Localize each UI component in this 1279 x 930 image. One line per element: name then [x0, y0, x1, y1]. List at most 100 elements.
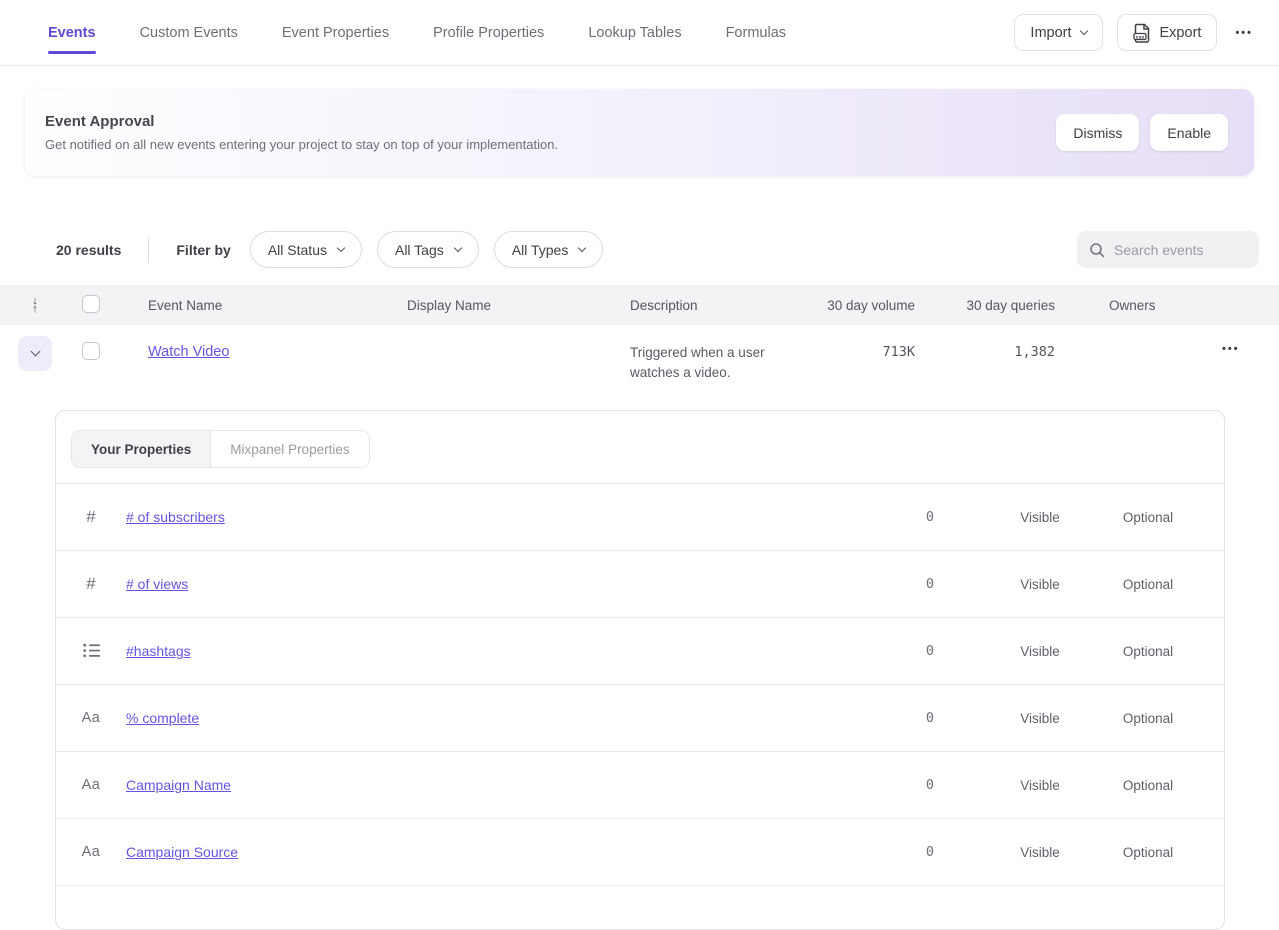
filter-dropdown-all-tags[interactable]: All Tags	[377, 231, 479, 268]
property-requirement: Optional	[1094, 778, 1202, 793]
search-box[interactable]	[1077, 231, 1259, 268]
nav-actions: Import csv Export •••	[1014, 14, 1257, 51]
filter-dropdowns: All Status All Tags All Types	[250, 231, 603, 268]
property-requirement: Optional	[1094, 577, 1202, 592]
text-type-icon: Aa	[56, 844, 126, 860]
property-volume: 0	[864, 643, 986, 659]
top-nav: Events Custom Events Event Properties Profi…	[0, 0, 1279, 66]
more-icon: •••	[1235, 27, 1253, 39]
import-button[interactable]: Import	[1014, 14, 1102, 51]
row-checkbox[interactable]	[82, 342, 100, 360]
property-volume: 0	[864, 509, 986, 525]
divider	[148, 237, 149, 263]
list-type-icon	[56, 642, 126, 660]
svg-text:csv: csv	[1135, 35, 1143, 40]
more-icon: •••	[1222, 343, 1240, 355]
tab-event-properties[interactable]: Event Properties	[282, 0, 389, 66]
search-input[interactable]	[1114, 242, 1249, 258]
tab-your-properties[interactable]: Your Properties	[72, 431, 211, 467]
event-description: Triggered when a user watches a video.	[630, 343, 792, 383]
header-display-name: Display Name	[407, 298, 630, 313]
select-all-checkbox[interactable]	[82, 295, 100, 313]
property-visibility: Visible	[986, 577, 1094, 592]
property-row: #hashtags 0VisibleOptional	[56, 618, 1224, 685]
export-button-label: Export	[1160, 25, 1202, 41]
search-icon	[1089, 242, 1105, 258]
property-volume: 0	[864, 710, 986, 726]
filter-by-label: Filter by	[176, 242, 230, 258]
event-approval-banner: Event Approval Get notified on all new e…	[25, 89, 1254, 176]
property-visibility: Visible	[986, 845, 1094, 860]
dismiss-button[interactable]: Dismiss	[1056, 114, 1139, 151]
header-queries: 30 day queries	[920, 298, 1060, 313]
property-requirement: Optional	[1094, 510, 1202, 525]
arrow-up-icon: ↑	[32, 305, 38, 313]
property-row: ## of views 0VisibleOptional	[56, 551, 1224, 618]
property-name-link[interactable]: Campaign Source	[126, 844, 238, 860]
number-type-icon: #	[56, 507, 126, 527]
results-count: 20 results	[56, 242, 121, 258]
property-name-link[interactable]: % complete	[126, 710, 199, 726]
properties-panel: Your PropertiesMixpanel Properties ## of…	[55, 410, 1225, 930]
property-row: ## of subscribers 0VisibleOptional	[56, 484, 1224, 551]
event-row: Watch Video Triggered when a user watche…	[0, 325, 1279, 395]
properties-tabs: Your PropertiesMixpanel Properties	[71, 430, 370, 468]
tab-profile-properties[interactable]: Profile Properties	[433, 0, 544, 66]
number-type-icon: #	[56, 574, 126, 594]
collapse-row-button[interactable]	[18, 336, 52, 371]
chevron-down-icon	[578, 243, 586, 251]
property-row: Aa% complete0VisibleOptional	[56, 685, 1224, 752]
event-queries: 1,382	[920, 344, 1060, 360]
property-volume: 0	[864, 777, 986, 793]
property-volume: 0	[864, 844, 986, 860]
event-volume: 713K	[820, 344, 920, 360]
event-name-link[interactable]: Watch Video	[148, 344, 229, 360]
chevron-down-icon	[1079, 26, 1087, 34]
csv-file-icon: csv	[1133, 23, 1151, 43]
property-requirement: Optional	[1094, 644, 1202, 659]
export-button[interactable]: csv Export	[1117, 14, 1218, 51]
header-volume: 30 day volume	[820, 298, 920, 313]
filter-dropdown-all-status[interactable]: All Status	[250, 231, 362, 268]
property-row: AaCampaign Name 0VisibleOptional	[56, 752, 1224, 819]
filter-bar: 20 results Filter by All StatusAll TagsA…	[56, 231, 1259, 268]
property-name-link[interactable]: Campaign Name	[126, 777, 231, 793]
property-visibility: Visible	[986, 510, 1094, 525]
property-requirement: Optional	[1094, 845, 1202, 860]
chevron-down-icon	[337, 243, 345, 251]
banner-title: Event Approval	[45, 113, 558, 130]
property-visibility: Visible	[986, 778, 1094, 793]
header-event-name: Event Name	[148, 298, 407, 313]
tab-events[interactable]: Events	[48, 0, 96, 66]
tab-custom-events[interactable]: Custom Events	[140, 0, 238, 66]
banner-actions: Dismiss Enable	[1056, 114, 1228, 151]
more-options-button[interactable]: •••	[1231, 21, 1257, 45]
header-description: Description	[630, 298, 820, 313]
dropdown-label: All Status	[268, 242, 327, 258]
tab-formulas[interactable]: Formulas	[726, 0, 786, 66]
enable-button[interactable]: Enable	[1150, 114, 1228, 151]
nav-tabs: Events Custom Events Event Properties Profi…	[48, 0, 786, 66]
collapse-all-button[interactable]: ↓ ↑	[32, 297, 38, 313]
property-volume: 0	[864, 576, 986, 592]
text-type-icon: Aa	[56, 710, 126, 726]
events-table-header: ↓ ↑ Event Name Display Name Description …	[0, 285, 1279, 325]
property-visibility: Visible	[986, 644, 1094, 659]
dropdown-label: All Tags	[395, 242, 444, 258]
property-name-link[interactable]: # of subscribers	[126, 509, 225, 525]
property-name-link[interactable]: #hashtags	[126, 643, 191, 659]
row-actions-button[interactable]: •••	[1218, 337, 1244, 361]
tab-mixpanel-properties[interactable]: Mixpanel Properties	[211, 431, 368, 467]
text-type-icon: Aa	[56, 777, 126, 793]
filter-dropdown-all-types[interactable]: All Types	[494, 231, 604, 268]
property-row: AaCampaign Source 0VisibleOptional	[56, 819, 1224, 886]
banner-subtitle: Get notified on all new events entering …	[45, 137, 558, 152]
properties-rows: ## of subscribers0VisibleOptional## of v…	[56, 484, 1224, 886]
tab-lookup-tables[interactable]: Lookup Tables	[588, 0, 681, 66]
banner-text: Event Approval Get notified on all new e…	[45, 113, 558, 152]
chevron-down-icon	[30, 347, 40, 357]
property-name-link[interactable]: # of views	[126, 576, 188, 592]
header-owners: Owners	[1060, 298, 1190, 313]
chevron-down-icon	[454, 243, 462, 251]
import-button-label: Import	[1030, 25, 1071, 41]
